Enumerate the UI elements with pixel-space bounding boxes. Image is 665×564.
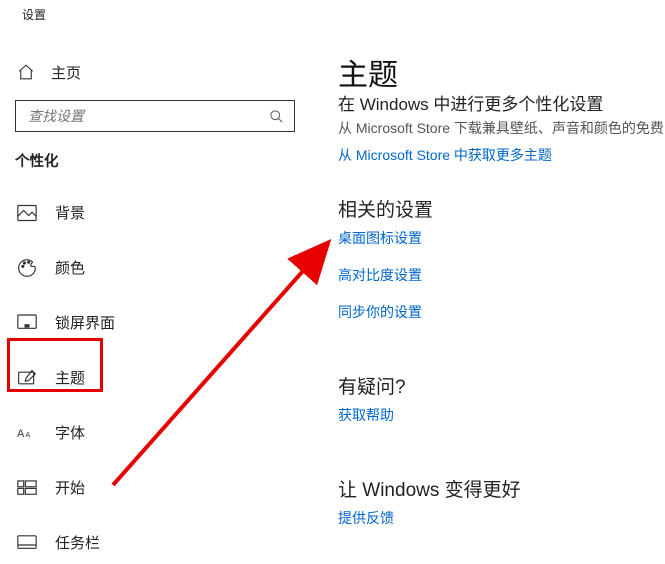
feedback-link[interactable]: 提供反馈 [338, 508, 394, 528]
theme-icon [17, 368, 37, 388]
sidebar-item-label: 字体 [55, 422, 85, 443]
picture-icon [17, 203, 37, 223]
high-contrast-link[interactable]: 高对比度设置 [338, 265, 422, 285]
sidebar-item-lockscreen[interactable]: 锁屏界面 [0, 295, 300, 350]
sidebar-item-start[interactable]: 开始 [0, 460, 300, 515]
section-subtitle: 在 Windows 中进行更多个性化设置 [338, 90, 603, 115]
palette-icon [17, 258, 37, 278]
more-themes-link[interactable]: 从 Microsoft Store 中获取更多主题 [338, 145, 552, 165]
settings-window: 设置 主页 个性化 [0, 0, 665, 564]
sidebar: 主页 个性化 背景 [0, 0, 316, 564]
sidebar-item-background[interactable]: 背景 [0, 185, 300, 240]
lockscreen-icon [17, 313, 37, 333]
sidebar-item-label: 主题 [55, 367, 85, 388]
main-content: 主题 在 Windows 中进行更多个性化设置 从 Microsoft Stor… [338, 0, 665, 564]
sidebar-item-themes[interactable]: 主题 [0, 350, 300, 405]
search-icon [268, 108, 284, 124]
sidebar-item-label: 颜色 [55, 257, 85, 278]
home-icon [17, 63, 35, 81]
svg-text:A: A [25, 430, 30, 439]
sidebar-section-title: 个性化 [15, 150, 59, 171]
home-label: 主页 [51, 62, 81, 83]
question-heading: 有疑问? [338, 372, 406, 399]
sidebar-item-colors[interactable]: 颜色 [0, 240, 300, 295]
home-button[interactable]: 主页 [17, 60, 81, 84]
sidebar-item-label: 背景 [55, 202, 85, 223]
start-icon [17, 478, 37, 498]
improve-heading: 让 Windows 变得更好 [338, 475, 521, 502]
sidebar-item-label: 锁屏界面 [55, 312, 115, 333]
search-input[interactable] [26, 107, 268, 125]
related-heading: 相关的设置 [338, 195, 433, 222]
sync-settings-link[interactable]: 同步你的设置 [338, 302, 422, 322]
svg-text:A: A [17, 428, 25, 440]
sidebar-item-taskbar[interactable]: 任务栏 [0, 515, 300, 564]
sidebar-item-fonts[interactable]: A A 字体 [0, 405, 300, 460]
taskbar-icon [17, 533, 37, 553]
search-box[interactable] [15, 100, 295, 132]
sidebar-item-label: 任务栏 [55, 532, 100, 553]
sidebar-nav: 背景 颜色 [0, 185, 300, 564]
font-icon: A A [17, 423, 37, 443]
section-description: 从 Microsoft Store 下载兼具壁纸、声音和颜色的免费 [338, 118, 664, 138]
desktop-icons-link[interactable]: 桌面图标设置 [338, 228, 422, 248]
get-help-link[interactable]: 获取帮助 [338, 405, 394, 425]
sidebar-item-label: 开始 [55, 477, 85, 498]
page-title: 主题 [338, 50, 398, 94]
